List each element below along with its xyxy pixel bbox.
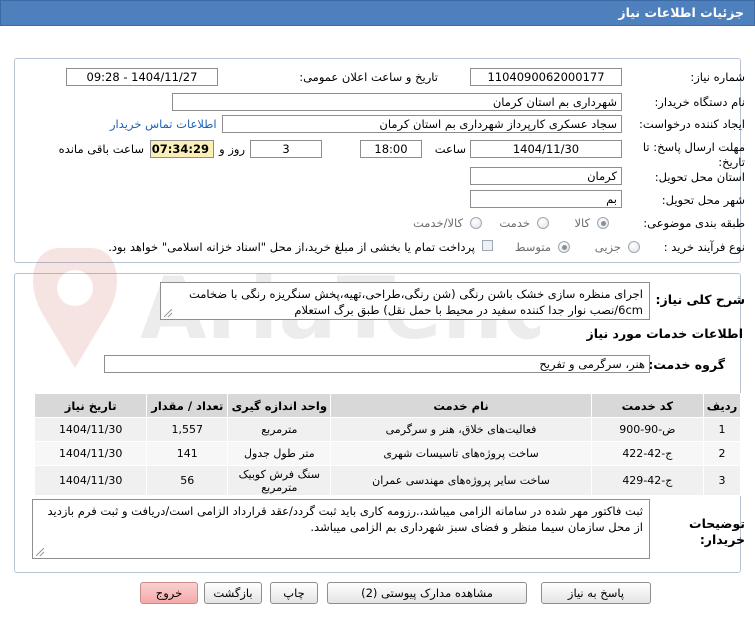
exit-button[interactable]: خروج (140, 582, 198, 604)
buyer-label: نام دستگاه خریدار: (654, 95, 745, 109)
category-label: طبقه بندی موضوعی: (643, 216, 745, 230)
category-option-goods: کالا (574, 216, 590, 230)
cell-quantity: 1,557 (146, 417, 229, 442)
back-button[interactable]: بازگشت (204, 582, 262, 604)
description-label: شرح کلی نیاز: (655, 292, 745, 307)
description-textarea: اجرای منظره سازی خشک باشن رنگی (شن رنگی،… (160, 282, 650, 320)
cell-service-name: ساخت سایر پروژه‌های مهندسی عمران (330, 465, 592, 496)
column-header-row-number: ردیف (702, 393, 742, 418)
title-bar: جزئیات اطلاعات نیاز (0, 0, 755, 26)
days-label: روز و (219, 142, 245, 156)
reply-button[interactable]: پاسخ به نیاز (541, 582, 651, 604)
category-radio-goods-service[interactable] (470, 217, 482, 229)
cell-need-date: 1404/11/30 (33, 465, 148, 496)
process-option-medium: متوسط (514, 240, 551, 254)
remaining-time-field: 07:34:29 (150, 140, 214, 158)
cell-need-date: 1404/11/30 (33, 441, 148, 466)
service-group-field: هنر، سرگرمی و تفریح (104, 355, 650, 373)
info-panel (14, 58, 741, 263)
treasury-checkbox[interactable] (482, 240, 493, 251)
deadline-label: مهلت ارسال پاسخ: تا تاریخ: (642, 140, 745, 169)
requester-label: ایجاد کننده درخواست: (639, 117, 745, 131)
cell-service-name: فعالیت‌های خلاق، هنر و سرگرمی (330, 417, 592, 442)
need-number-field: 1104090062000177 (470, 68, 622, 86)
cell-row-number: 2 (702, 441, 742, 466)
province-field: کرمان (470, 167, 622, 185)
cell-row-number: 1 (702, 417, 742, 442)
category-option-goods-service: کالا/خدمت (412, 216, 463, 230)
column-header-service-code: کد خدمت (590, 393, 704, 418)
services-section-title: اطلاعات خدمات مورد نیاز (586, 326, 744, 341)
column-header-need-date: تاریخ نیاز (33, 393, 148, 418)
cell-unit: سنگ فرش کوبیک مترمربع (227, 465, 332, 496)
resize-handle[interactable] (164, 309, 172, 317)
province-label: استان محل تحویل: (654, 170, 745, 184)
description-text: اجرای منظره سازی خشک باشن رنگی (شن رنگی،… (188, 287, 643, 317)
cell-service-code: ج-42-429 (590, 465, 704, 496)
table-row: 1 ض-90-900 فعالیت‌های خلاق، هنر و سرگرمی… (33, 417, 742, 442)
cell-service-code: ج-42-422 (590, 441, 704, 466)
need-number-label: شماره نیاز: (690, 70, 745, 84)
city-field: بم (470, 190, 622, 208)
cell-service-code: ض-90-900 (590, 417, 704, 442)
view-attachments-button[interactable]: مشاهده مدارک پیوستی (2) (327, 582, 527, 604)
requester-field: سجاد عسکری کارپرداز شهرداری بم استان کرم… (222, 115, 622, 133)
buyer-notes-label: توضیحات خریدار: (689, 516, 745, 547)
payment-note: پرداخت تمام یا بخشی از مبلغ خرید،از محل … (108, 240, 475, 254)
buyer-notes-text: ثبت فاکتور مهر شده در سامانه الزامی میبا… (47, 504, 643, 534)
page-title: جزئیات اطلاعات نیاز (618, 5, 744, 20)
table-header-row: ردیف کد خدمت نام خدمت واحد اندازه گیری ت… (33, 393, 742, 418)
process-radio-minor[interactable] (628, 241, 640, 253)
cell-unit: مترمربع (227, 417, 332, 442)
buyer-field: شهرداری بم استان کرمان (172, 93, 622, 111)
column-header-quantity: تعداد / مقدار (146, 393, 229, 418)
process-label: نوع فرآیند خرید : (663, 240, 745, 254)
process-radio-medium[interactable] (558, 241, 570, 253)
announce-label: تاریخ و ساعت اعلان عمومی: (299, 70, 438, 84)
table-row: 3 ج-42-429 ساخت سایر پروژه‌های مهندسی عم… (33, 465, 742, 496)
category-option-service: خدمت (499, 216, 530, 230)
services-table: ردیف کد خدمت نام خدمت واحد اندازه گیری ت… (33, 393, 742, 496)
announce-datetime-field: 1404/11/27 - 09:28 (66, 68, 218, 86)
print-button[interactable]: چاپ (270, 582, 318, 604)
deadline-date-field: 1404/11/30 (470, 140, 622, 158)
buyer-contact-link[interactable]: اطلاعات تماس خریدار (110, 117, 217, 131)
cell-quantity: 141 (146, 441, 229, 466)
column-header-service-name: نام خدمت (330, 393, 592, 418)
cell-service-name: ساخت پروژه‌های تاسیسات شهری (330, 441, 592, 466)
category-radio-goods[interactable] (597, 217, 609, 229)
process-option-minor: جزیی (594, 240, 621, 254)
buyer-notes-textarea: ثبت فاکتور مهر شده در سامانه الزامی میبا… (32, 499, 650, 559)
remaining-label: ساعت باقی مانده (58, 142, 144, 156)
cell-need-date: 1404/11/30 (33, 417, 148, 442)
remaining-days-field: 3 (250, 140, 322, 158)
city-label: شهر محل تحویل: (661, 193, 745, 207)
table-row: 2 ج-42-422 ساخت پروژه‌های تاسیسات شهری م… (33, 441, 742, 466)
category-radio-service[interactable] (537, 217, 549, 229)
service-group-label: گروه خدمت: (648, 357, 725, 372)
deadline-hour-label: ساعت (434, 142, 466, 156)
cell-quantity: 56 (146, 465, 229, 496)
deadline-time-field: 18:00 (360, 140, 422, 158)
cell-row-number: 3 (702, 465, 742, 496)
column-header-unit: واحد اندازه گیری (227, 393, 332, 418)
resize-handle[interactable] (36, 548, 44, 556)
cell-unit: متر طول جدول (227, 441, 332, 466)
